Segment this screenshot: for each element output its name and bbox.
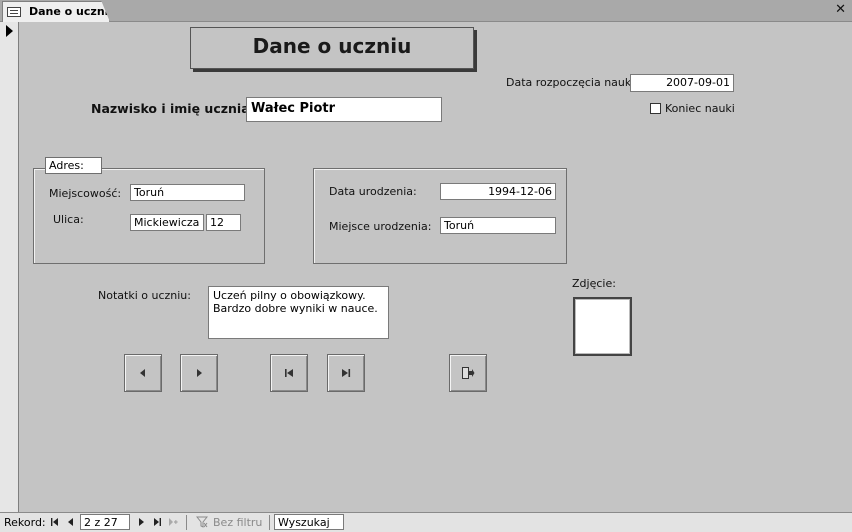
record-selector[interactable]	[0, 22, 19, 512]
last-record-nav-icon[interactable]	[152, 516, 162, 528]
photo-frame[interactable]	[573, 297, 632, 356]
birth-date-label: Data urodzenia:	[329, 185, 417, 198]
status-separator	[186, 515, 187, 530]
form-icon	[7, 7, 21, 17]
search-input[interactable]: Wyszukaj	[274, 514, 344, 530]
next-record-nav-icon[interactable]	[136, 516, 146, 528]
notes-label: Notatki o uczniu:	[98, 289, 191, 302]
current-record-arrow-icon	[6, 25, 13, 37]
end-checkbox[interactable]	[650, 103, 661, 114]
filter-icon	[196, 516, 208, 528]
city-label: Miejscowość:	[49, 187, 122, 200]
city-field[interactable]: Toruń	[130, 184, 245, 201]
end-label: Koniec nauki	[665, 102, 735, 115]
triangle-right-icon	[197, 369, 202, 377]
last-record-icon	[342, 369, 351, 377]
document-tab-bar: Dane o uczniu ✕	[0, 0, 852, 22]
student-name-field[interactable]: Wałec Piotr	[246, 97, 442, 122]
tab-title: Dane o uczniu	[29, 5, 117, 18]
notes-field[interactable]: Uczeń pilny o obowiązkowy. Bardzo dobre …	[208, 286, 389, 339]
first-record-button[interactable]	[270, 354, 308, 392]
house-number-field[interactable]: 12	[206, 214, 241, 231]
start-date-label: Data rozpoczęcia nauki:	[506, 76, 639, 89]
exit-door-icon	[462, 367, 475, 379]
birth-place-label: Miejsce urodzenia:	[329, 220, 432, 233]
close-form-button[interactable]	[449, 354, 487, 392]
street-label: Ulica:	[53, 213, 84, 226]
previous-record-button[interactable]	[124, 354, 162, 392]
next-record-button[interactable]	[180, 354, 218, 392]
record-label: Rekord:	[4, 516, 46, 529]
new-record-nav-icon[interactable]	[168, 516, 178, 528]
address-caption: Adres:	[45, 157, 102, 174]
status-separator	[269, 515, 270, 530]
form-title: Dane o uczniu	[252, 34, 412, 58]
last-record-button[interactable]	[327, 354, 365, 392]
first-record-icon	[285, 369, 293, 377]
filter-status[interactable]: Bez filtru	[213, 516, 262, 529]
birth-date-field[interactable]: 1994-12-06	[440, 183, 556, 200]
student-name-label: Nazwisko i imię ucznia:	[91, 101, 255, 116]
previous-record-nav-icon[interactable]	[66, 516, 76, 528]
street-field[interactable]: Mickiewicza	[130, 214, 204, 231]
birth-place-field[interactable]: Toruń	[440, 217, 556, 234]
form-body: Dane o uczniu Data rozpoczęcia nauki: 20…	[20, 22, 852, 512]
document-tab[interactable]: Dane o uczniu	[2, 1, 110, 22]
start-date-field[interactable]: 2007-09-01	[630, 74, 734, 92]
first-record-nav-icon[interactable]	[50, 516, 60, 528]
form-title-box: Dane o uczniu	[190, 27, 474, 69]
record-navigation-bar: Rekord: 2 z 27 Bez filtru Wyszukaj	[0, 512, 852, 532]
triangle-left-icon	[140, 369, 145, 377]
photo-label: Zdjęcie:	[572, 277, 616, 290]
record-number-field[interactable]: 2 z 27	[80, 514, 130, 530]
close-icon[interactable]: ✕	[835, 2, 846, 17]
